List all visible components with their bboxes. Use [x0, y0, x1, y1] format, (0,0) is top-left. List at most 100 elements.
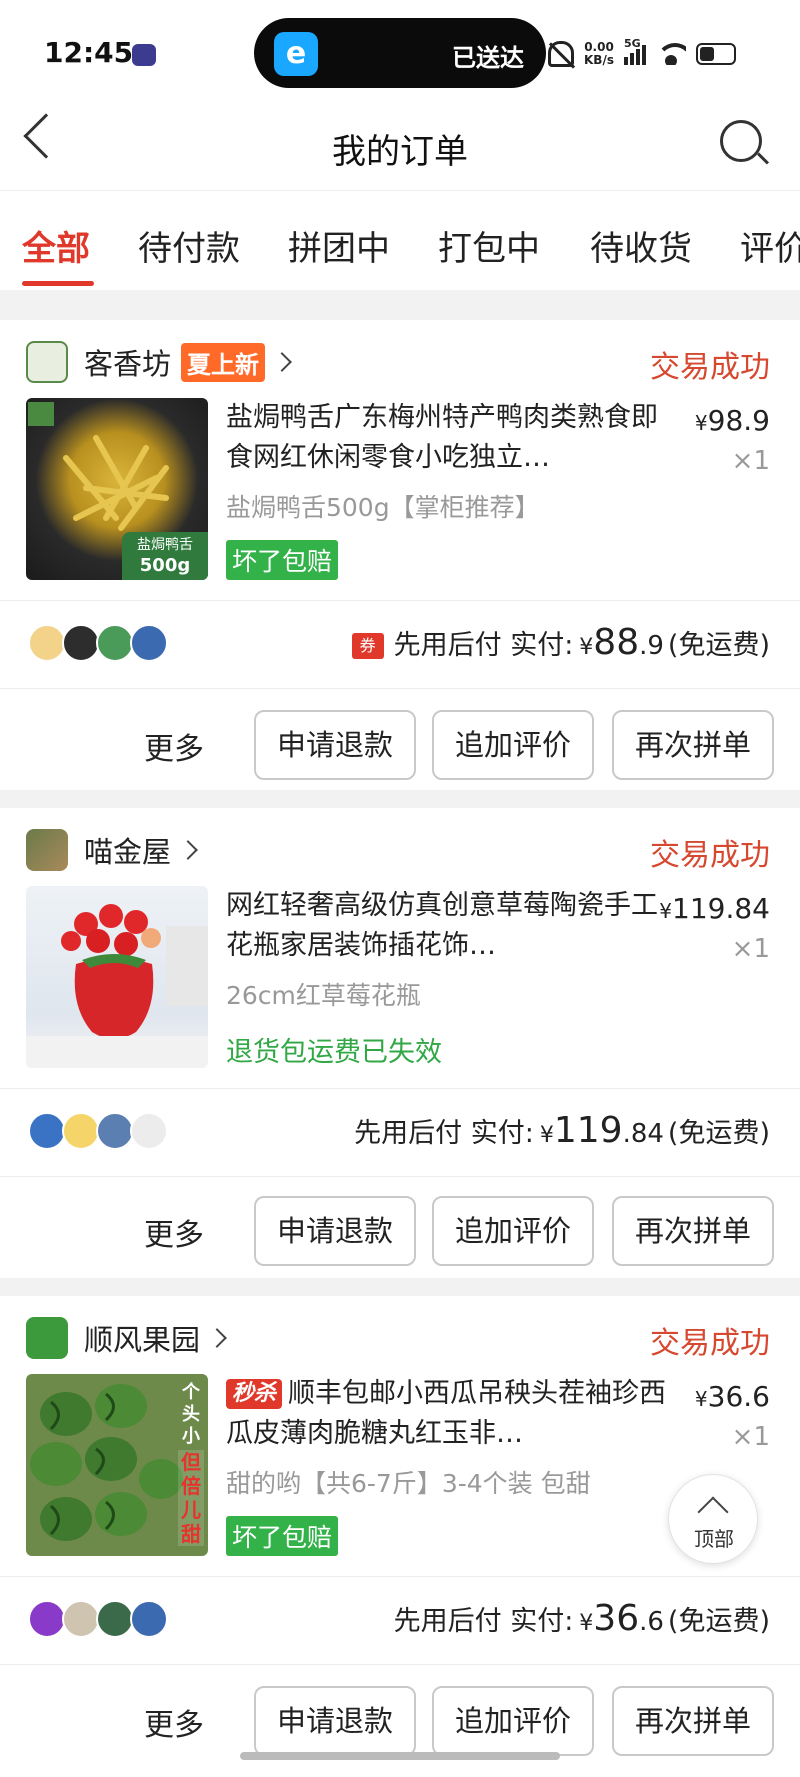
island-status-text: 已送达	[452, 44, 524, 72]
price-currency: ¥	[659, 899, 673, 923]
product-sku: 盐焗鸭舌500g【掌柜推荐】	[226, 493, 540, 522]
pay-amount: ¥119.84	[540, 1110, 664, 1151]
payment-summary: 券 先用后付 实付: ¥88.9 (免运费)	[351, 622, 770, 663]
reorder-button[interactable]: 再次拼单	[612, 1196, 774, 1266]
avatar	[130, 624, 168, 662]
shop-name: 客香坊	[84, 347, 172, 381]
avatar	[62, 1112, 100, 1150]
pay-int: 88	[593, 622, 640, 663]
avatar	[62, 624, 100, 662]
guarantee-badge: 坏了包赔	[226, 540, 339, 580]
home-indicator[interactable]	[240, 1752, 560, 1760]
order-status: 交易成功	[650, 350, 770, 385]
order-card: 喵金屋 交易成功 网红轻奢高级仿真创意草莓陶瓷手工花瓶家居装饰插花饰… ¥119…	[0, 808, 800, 1278]
add-review-button[interactable]: 追加评价	[432, 1686, 594, 1756]
avatar	[28, 1112, 66, 1150]
add-review-button[interactable]: 追加评价	[432, 710, 594, 780]
pay-amount: ¥88.9	[579, 622, 664, 663]
divider	[0, 1576, 800, 1577]
product-image[interactable]: 盐焗鸭舌 500g	[26, 398, 208, 580]
status-time: 12:45	[44, 36, 134, 69]
back-to-top-button[interactable]: 顶部	[668, 1474, 758, 1564]
divider	[0, 688, 800, 689]
pay-dec: .9	[639, 631, 664, 661]
refund-button[interactable]: 申请退款	[254, 1196, 416, 1266]
shop-name: 喵金屋	[84, 835, 172, 869]
wifi-icon	[655, 43, 686, 65]
order-card: 客香坊 夏上新 交易成功 盐焗鸭舌 500g 盐焗鸭舌广东梅州特产鸭肉类熟食即食…	[0, 320, 800, 790]
divider	[0, 1088, 800, 1089]
divider	[0, 1176, 800, 1177]
shipping-fee: (免运费)	[667, 1118, 770, 1149]
search-icon[interactable]	[720, 120, 762, 162]
thumb-label-name: 盐焗鸭舌	[137, 537, 193, 553]
product-price: ¥36.6	[695, 1380, 770, 1413]
chevron-right-icon	[207, 1328, 227, 1348]
tab-to-receive[interactable]: 待收货	[590, 221, 692, 270]
dynamic-island[interactable]: e 已送达	[254, 18, 546, 88]
order-actions: 更多 申请退款 追加评价 再次拼单	[0, 710, 800, 780]
coupon-icon: 券	[351, 633, 384, 659]
delivery-app-icon: e	[274, 32, 318, 76]
pay-label: 先用后付 实付:	[393, 630, 574, 661]
status-icons: 0.00 KB/s 5G	[548, 34, 736, 74]
mute-bell-icon	[548, 41, 574, 67]
price-currency: ¥	[694, 411, 708, 435]
pay-currency: ¥	[579, 1611, 594, 1636]
page-title: 我的订单	[332, 132, 468, 172]
shop-header[interactable]: 顺风果园	[26, 1316, 227, 1360]
payment-summary: 先用后付 实付: ¥119.84 (免运费)	[354, 1110, 770, 1151]
avatar	[130, 1112, 168, 1150]
divider	[0, 600, 800, 601]
reorder-button[interactable]: 再次拼单	[612, 710, 774, 780]
net-speed: 0.00 KB/s	[584, 41, 614, 67]
thumb-label-sweet: 但倍儿甜	[178, 1450, 204, 1546]
product-title[interactable]: 盐焗鸭舌广东梅州特产鸭肉类熟食即食网红休闲零食小吃独立…	[226, 398, 666, 478]
shop-tag: 夏上新	[181, 342, 266, 382]
shop-header[interactable]: 喵金屋	[26, 828, 198, 872]
thumb-label-weight: 500g	[139, 555, 191, 576]
price-value: 119.84	[672, 892, 770, 925]
avatar	[130, 1600, 168, 1638]
product-price: ¥98.9	[695, 404, 770, 437]
section-gap	[0, 290, 800, 320]
order-status: 交易成功	[650, 838, 770, 873]
thumb-label-box: 盐焗鸭舌 500g	[122, 532, 208, 580]
avatar	[28, 1600, 66, 1638]
refund-button[interactable]: 申请退款	[254, 710, 416, 780]
tab-all[interactable]: 全部	[22, 221, 90, 270]
return-shipping-note: 退货包运费已失效	[226, 1037, 442, 1068]
status-bar: 12:45 e 已送达 0.00 KB/s 5G	[0, 0, 800, 104]
chevron-right-icon	[178, 840, 198, 860]
avatar	[96, 624, 134, 662]
group-avatars	[28, 1600, 168, 1638]
more-button[interactable]: 更多	[144, 1700, 204, 1744]
shop-logo	[26, 341, 68, 383]
tab-review[interactable]: 评价	[740, 221, 800, 270]
group-avatars	[28, 1112, 168, 1150]
price-currency: ¥	[694, 1387, 708, 1411]
product-image[interactable]: 个头小 但倍儿甜	[26, 1374, 208, 1556]
product-title[interactable]: 网红轻奢高级仿真创意草莓陶瓷手工花瓶家居装饰插花饰…	[226, 886, 666, 966]
shop-name: 顺风果园	[84, 1323, 201, 1357]
tab-group-buying[interactable]: 拼团中	[288, 221, 390, 270]
pay-currency: ¥	[539, 1123, 554, 1148]
product-title[interactable]: 秒杀 顺丰包邮小西瓜吊秧头茬袖珍西瓜皮薄肉脆糖丸红玉非…	[226, 1374, 666, 1454]
chevron-right-icon	[272, 352, 292, 372]
more-button[interactable]: 更多	[144, 1210, 204, 1254]
order-actions: 更多 申请退款 追加评价 再次拼单	[0, 1686, 800, 1756]
shop-header[interactable]: 客香坊 夏上新	[26, 340, 292, 384]
add-review-button[interactable]: 追加评价	[432, 1196, 594, 1266]
more-button[interactable]: 更多	[144, 724, 204, 768]
section-gap	[0, 1278, 800, 1296]
refund-button[interactable]: 申请退款	[254, 1686, 416, 1756]
product-sku: 26cm红草莓花瓶	[226, 981, 421, 1010]
tab-packing[interactable]: 打包中	[438, 221, 540, 270]
section-gap	[0, 790, 800, 808]
avatar	[96, 1112, 134, 1150]
active-tab-indicator	[22, 281, 94, 286]
reorder-button[interactable]: 再次拼单	[612, 1686, 774, 1756]
product-image[interactable]	[26, 886, 208, 1068]
price-value: 36.6	[707, 1380, 770, 1413]
tab-pending-payment[interactable]: 待付款	[138, 221, 240, 270]
